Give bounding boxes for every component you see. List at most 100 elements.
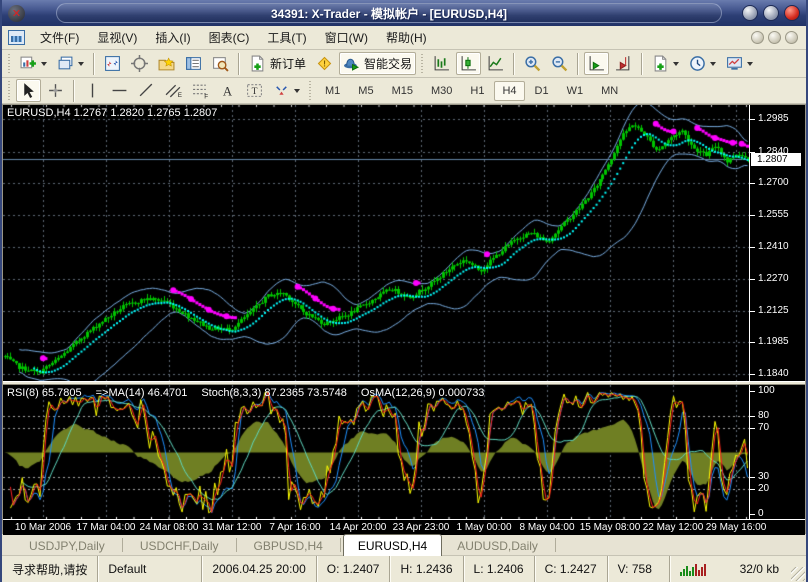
bar-chart-type-button[interactable] [429,52,454,75]
toolbar-grip[interactable] [7,81,12,101]
menu-help[interactable]: 帮助(H) [377,28,436,48]
trendline-button[interactable] [134,79,159,102]
text-label-button[interactable]: T [242,79,267,102]
profiles-button[interactable] [53,52,88,75]
child-restore-button[interactable] [768,31,781,44]
terminal-button[interactable] [181,52,206,75]
tab-separator [340,538,341,552]
chart-tab-eurusdh4[interactable]: EURUSD,H4 [343,534,442,556]
timeframe-D1[interactable]: D1 [527,81,557,101]
child-minimize-button[interactable] [751,31,764,44]
metaeditor-button[interactable]: ! [312,52,337,75]
resize-grip-icon[interactable] [791,567,805,581]
indicator-axis[interactable]: 100807030200 [749,385,805,519]
toolbar-separator [238,53,240,75]
titlebar[interactable]: ✕ 34391: X-Trader - 模拟帐户 - [EURUSD,H4] [2,0,806,26]
svg-text:F: F [204,93,208,99]
star-folder-icon [158,55,175,72]
timeframe-H4[interactable]: H4 [494,81,524,101]
indicator-label: OsMA(12,26,9) 0.000733 [361,387,485,399]
chevron-down-icon[interactable] [673,62,679,66]
chevron-down-icon[interactable] [78,62,84,66]
menu-insert[interactable]: 插入(I) [146,28,199,48]
toolbar-grip[interactable] [420,54,425,74]
timeframe-M30[interactable]: M30 [423,81,460,101]
timeframe-W1[interactable]: W1 [559,81,592,101]
tab-separator [122,538,123,552]
menu-tools[interactable]: 工具(T) [258,28,315,48]
menu-file[interactable]: 文件(F) [31,28,88,48]
expert-advisors-button[interactable]: 智能交易 [339,52,416,75]
main-chart-canvas[interactable] [3,105,749,381]
chevron-down-icon[interactable] [41,62,47,66]
new-chart-button[interactable] [16,52,51,75]
chart-tab-gbpusdh4[interactable]: GBPUSD,H4 [239,535,338,555]
arrows-button[interactable] [269,79,304,102]
periods-button[interactable] [685,52,720,75]
chevron-down-icon[interactable] [710,62,716,66]
chart-area: EURUSD,H4 1.2767 1.2820 1.2765 1.2807 1.… [2,104,806,534]
child-close-button[interactable] [785,31,798,44]
maximize-button[interactable] [763,5,779,21]
timeframe-M1[interactable]: M1 [317,81,348,101]
navigator-button[interactable] [154,52,179,75]
doc-plus-icon [249,55,266,72]
autoscroll-button[interactable] [584,52,609,75]
text-button[interactable]: A [215,79,240,102]
svg-text:A: A [223,84,233,98]
indicator-tick-label: 80 [758,410,769,422]
market-watch-button[interactable] [100,52,125,75]
new-order-button[interactable]: 新订单 [245,52,310,75]
timeframe-MN[interactable]: MN [593,81,626,101]
time-tick-label: 23 Apr 23:00 [393,522,450,533]
menu-view[interactable]: 显视(V) [88,28,146,48]
status-profile[interactable]: Default [97,556,201,582]
templates-button[interactable] [722,52,757,75]
timeframe-M5[interactable]: M5 [350,81,381,101]
zoom-out-button[interactable] [547,52,572,75]
price-tick-label: 1.2840 [758,146,789,158]
toolbar-grip[interactable] [308,81,313,101]
data-window-button[interactable] [127,52,152,75]
timeframe-M15[interactable]: M15 [384,81,421,101]
chart-shift-button[interactable] [611,52,636,75]
standard-toolbar: 新订单! 智能交易 [2,50,806,78]
drawing-toolbar: E F AT M1M5M15M30H1H4D1W1MN [2,78,806,104]
indicator-canvas[interactable] [3,385,749,519]
line-chart-type-button[interactable] [483,52,508,75]
zoom-out-icon [551,55,568,72]
app-icon[interactable]: ✕ [8,5,25,22]
chart-tab-usdjpydaily[interactable]: USDJPY,Daily [14,535,120,555]
expert-advisors-button-label: 智能交易 [364,55,412,72]
time-tick-label: 10 Mar 2006 [15,522,71,533]
chart-tab-audusddaily[interactable]: AUDUSD,Daily [442,535,553,555]
vertical-line-button[interactable] [80,79,105,102]
time-tick-label: 22 May 12:00 [643,522,704,533]
toolbar-separator [641,53,643,75]
zoom-in-button[interactable] [520,52,545,75]
xtrader-window: ✕ 34391: X-Trader - 模拟帐户 - [EURUSD,H4] 文… [0,0,808,582]
candlestick-type-button[interactable] [456,52,481,75]
strategy-tester-button[interactable] [208,52,233,75]
cursor-tool-button[interactable] [16,79,41,102]
equidistant-channel-button[interactable]: E [161,79,186,102]
close-button[interactable] [784,5,800,21]
fibonacci-button[interactable]: F [188,79,213,102]
price-axis[interactable]: 1.2807 1.29851.28401.27001.25551.24101.2… [749,105,805,381]
crosshair-tool-button[interactable] [43,79,68,102]
menu-window[interactable]: 窗口(W) [316,28,377,48]
horizontal-line-button[interactable] [107,79,132,102]
timeframe-H1[interactable]: H1 [462,81,492,101]
menu-charts[interactable]: 图表(C) [200,28,259,48]
minimize-button[interactable] [742,5,758,21]
chevron-down-icon[interactable] [294,89,300,93]
indicators-button[interactable] [648,52,683,75]
toolbar-grip[interactable] [7,54,12,74]
indicator-header: RSI(8) 65.7805=>MA(14) 46.4701Stoch(8,3,… [7,387,484,399]
text-a-icon: A [219,82,236,99]
status-bar-time: 2006.04.25 20:00 [201,556,315,582]
chart-tab-usdchfdaily[interactable]: USDCHF,Daily [125,535,234,555]
market-watch-icon [104,55,121,72]
time-axis[interactable]: 10 Mar 200617 Mar 04:0024 Mar 08:0031 Ma… [3,519,805,535]
chevron-down-icon[interactable] [747,62,753,66]
